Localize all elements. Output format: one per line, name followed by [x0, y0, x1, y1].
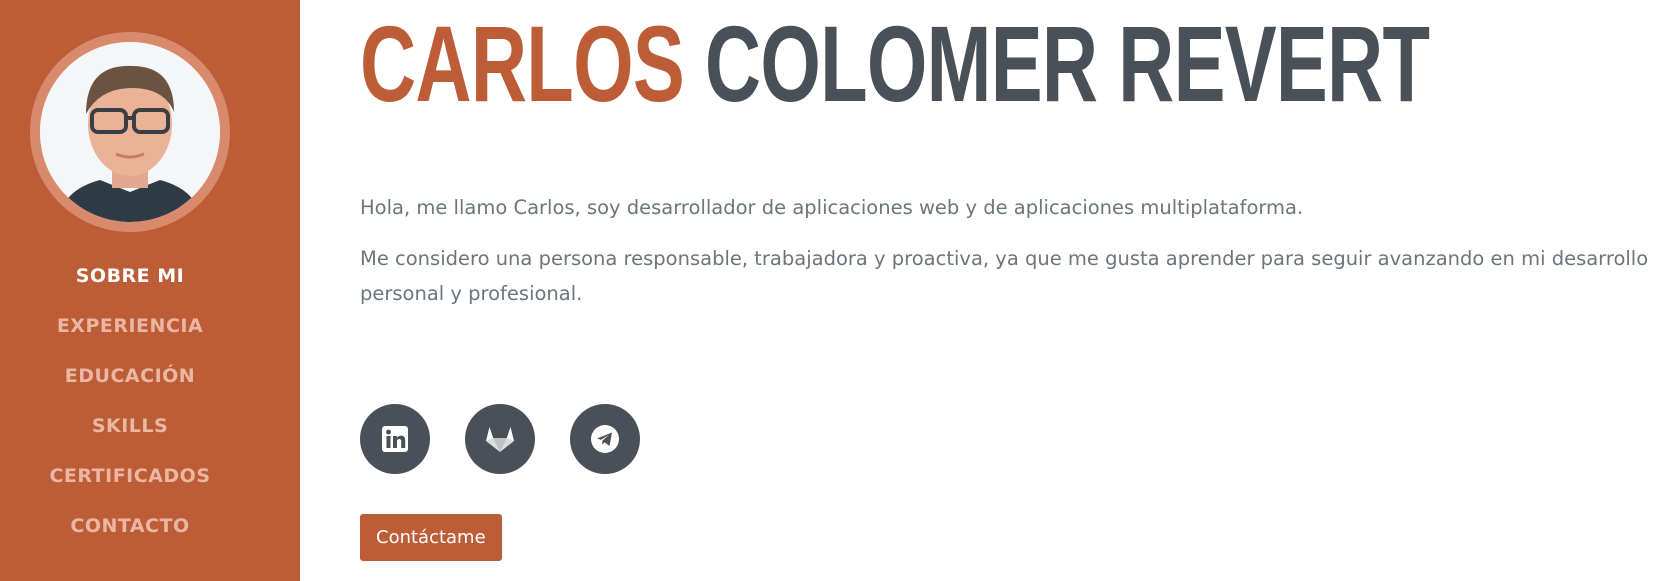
- nav-item-experiencia[interactable]: EXPERIENCIA: [0, 312, 260, 362]
- avatar[interactable]: [40, 42, 220, 222]
- sidebar-nav: SOBRE MI EXPERIENCIA EDUCACIÓN SKILLS CE…: [0, 262, 260, 562]
- first-name: CARLOS: [360, 3, 685, 124]
- last-name: COLOMER REVERT: [704, 3, 1430, 124]
- page-title: CARLOS COLOMER REVERT: [360, 10, 1430, 118]
- telegram-button[interactable]: [570, 404, 640, 474]
- avatar-ring: [30, 32, 230, 232]
- intro-section: Hola, me llamo Carlos, soy desarrollador…: [360, 190, 1650, 327]
- linkedin-icon: [382, 426, 408, 452]
- profile-photo: [40, 42, 220, 222]
- gitlab-icon: [486, 427, 514, 452]
- contact-button[interactable]: Contáctame: [360, 514, 502, 561]
- nav-item-sobre-mi[interactable]: SOBRE MI: [0, 262, 260, 312]
- linkedin-button[interactable]: [360, 404, 430, 474]
- nav-item-certificados[interactable]: CERTIFICADOS: [0, 462, 260, 512]
- social-links: [360, 404, 640, 474]
- intro-paragraph: Me considero una persona responsable, tr…: [360, 247, 1649, 305]
- telegram-icon: [591, 425, 619, 453]
- sidebar: SOBRE MI EXPERIENCIA EDUCACIÓN SKILLS CE…: [0, 0, 300, 581]
- intro-paragraph: Hola, me llamo Carlos, soy desarrollador…: [360, 196, 1304, 219]
- nav-item-contacto[interactable]: CONTACTO: [0, 512, 260, 562]
- nav-item-educacion[interactable]: EDUCACIÓN: [0, 362, 260, 412]
- nav-item-skills[interactable]: SKILLS: [0, 412, 260, 462]
- gitlab-button[interactable]: [465, 404, 535, 474]
